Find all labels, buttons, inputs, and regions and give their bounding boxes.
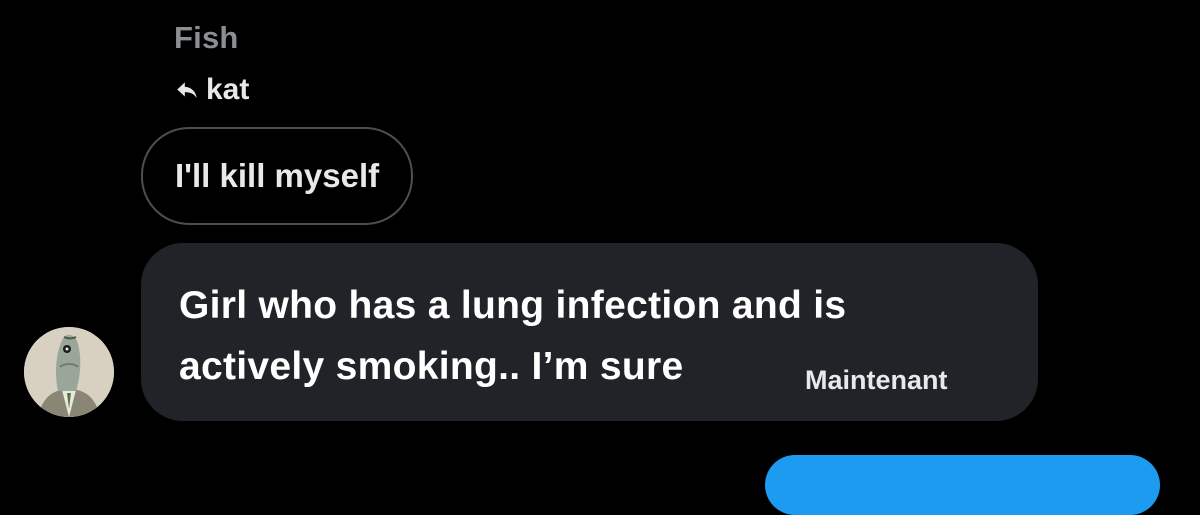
sender-name: Fish <box>174 20 239 55</box>
quoted-message-text: I'll kill myself <box>175 157 380 194</box>
outgoing-message-bubble[interactable] <box>765 455 1160 515</box>
avatar[interactable] <box>24 327 114 417</box>
quoted-message-bubble[interactable]: I'll kill myself <box>141 127 414 225</box>
message-timestamp: Maintenant <box>805 365 948 395</box>
fish-avatar-image <box>24 327 114 417</box>
reply-to-name: kat <box>206 73 250 106</box>
reply-arrow-icon <box>174 77 200 103</box>
reply-indicator: kat <box>174 72 249 108</box>
